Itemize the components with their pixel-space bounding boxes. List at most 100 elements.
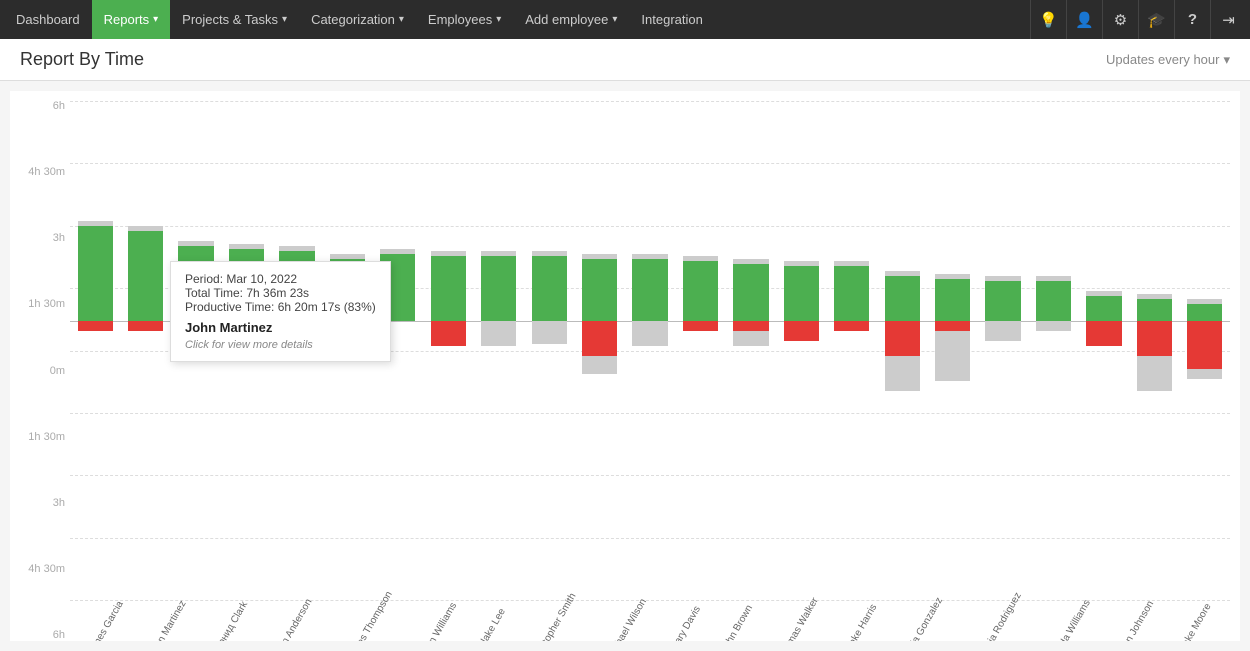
x-axis-label: John Brown bbox=[720, 603, 756, 641]
bar-col[interactable] bbox=[927, 101, 977, 601]
chart-inner: 6h4h 30m3h1h 30m0m1h 30m3h4h 30m6h James… bbox=[70, 101, 1230, 641]
x-label-wrap: Леонид Clark bbox=[195, 601, 256, 641]
x-label-wrap: John Brown bbox=[706, 601, 759, 641]
bar-col[interactable] bbox=[272, 101, 322, 601]
positive-bar-stack bbox=[532, 251, 567, 321]
nav-dashboard-label: Dashboard bbox=[16, 12, 80, 27]
updates-label[interactable]: Updates every hour ▾ bbox=[1106, 52, 1230, 68]
negative-bar-stack bbox=[935, 321, 970, 381]
gray-bottom-segment bbox=[985, 321, 1020, 341]
help-icon-btn[interactable]: ? bbox=[1174, 0, 1210, 39]
negative-bar-stack bbox=[834, 321, 869, 331]
bar-col[interactable] bbox=[120, 101, 170, 601]
green-segment bbox=[834, 266, 869, 321]
negative-bar-stack bbox=[128, 321, 163, 331]
x-label-wrap: Patricia Rodriguez bbox=[953, 601, 1035, 641]
bar-col[interactable] bbox=[827, 101, 877, 601]
bar-col[interactable] bbox=[574, 101, 624, 601]
green-segment bbox=[683, 261, 718, 321]
green-segment bbox=[985, 281, 1020, 321]
x-axis: James GarciaJohn MartinezЛеонид ClarkJoh… bbox=[70, 601, 1230, 641]
x-axis-label: Dan Williams bbox=[421, 601, 460, 641]
bulb-icon-btn[interactable]: 💡 bbox=[1030, 0, 1066, 39]
x-axis-label: Robert Taylor bbox=[1233, 600, 1240, 641]
gray-bottom-segment bbox=[1187, 369, 1222, 379]
updates-chevron-icon: ▾ bbox=[1223, 52, 1230, 68]
bar-col[interactable] bbox=[675, 101, 725, 601]
bar-col[interactable] bbox=[776, 101, 826, 601]
positive-bar-stack bbox=[683, 256, 718, 321]
x-label-wrap: Robert Taylor bbox=[1218, 601, 1240, 641]
green-segment bbox=[178, 246, 213, 321]
green-segment bbox=[128, 231, 163, 321]
gray-bottom-segment bbox=[582, 356, 617, 374]
bar-col[interactable] bbox=[877, 101, 927, 601]
nav-projects-arrow: ▾ bbox=[282, 14, 287, 25]
nav-add-employee-arrow: ▾ bbox=[612, 14, 617, 25]
negative-bar-stack bbox=[1187, 321, 1222, 379]
nav-add-employee-label: Add employee bbox=[525, 12, 608, 27]
gray-bottom-segment bbox=[532, 321, 567, 344]
positive-bar-stack bbox=[279, 246, 314, 321]
bar-col[interactable] bbox=[625, 101, 675, 601]
bar-col[interactable] bbox=[1079, 101, 1129, 601]
y-axis-label: 6h bbox=[15, 101, 65, 112]
green-segment bbox=[733, 264, 768, 322]
x-label-wrap: Charles Thompson bbox=[322, 601, 406, 641]
negative-bar-stack bbox=[733, 321, 768, 346]
help-academy-icon-btn[interactable]: 🎓 bbox=[1138, 0, 1174, 39]
green-segment bbox=[229, 249, 264, 322]
bar-col[interactable] bbox=[1028, 101, 1078, 601]
nav-integration[interactable]: Integration bbox=[629, 0, 714, 39]
positive-bar-stack bbox=[178, 241, 213, 321]
nav-projects-label: Projects & Tasks bbox=[182, 12, 278, 27]
nav-dashboard[interactable]: Dashboard bbox=[4, 0, 92, 39]
bar-col[interactable] bbox=[322, 101, 372, 601]
gray-bottom-segment bbox=[178, 321, 213, 341]
green-segment bbox=[532, 256, 567, 321]
positive-bar-stack bbox=[431, 251, 466, 321]
bar-col[interactable] bbox=[1129, 101, 1179, 601]
nav-reports-label: Reports bbox=[104, 12, 150, 27]
bar-col[interactable] bbox=[423, 101, 473, 601]
bar-col[interactable] bbox=[221, 101, 271, 601]
x-axis-label: Blake Harris bbox=[842, 602, 879, 641]
green-segment bbox=[380, 254, 415, 322]
nav-add-employee[interactable]: Add employee ▾ bbox=[513, 0, 629, 39]
positive-bar-stack bbox=[1086, 291, 1121, 321]
bar-col[interactable] bbox=[726, 101, 776, 601]
logout-icon-btn[interactable]: ⇥ bbox=[1210, 0, 1246, 39]
red-segment bbox=[431, 321, 466, 346]
red-segment bbox=[834, 321, 869, 331]
negative-bar-stack bbox=[683, 321, 718, 331]
green-segment bbox=[784, 266, 819, 321]
nav-categorization[interactable]: Categorization ▾ bbox=[299, 0, 416, 39]
positive-bar-stack bbox=[1036, 276, 1071, 321]
negative-bar-stack bbox=[1036, 321, 1071, 331]
nav-reports[interactable]: Reports ▾ bbox=[92, 0, 171, 39]
bar-col[interactable] bbox=[1180, 101, 1230, 601]
bar-col[interactable] bbox=[474, 101, 524, 601]
negative-bar-stack bbox=[784, 321, 819, 341]
green-segment bbox=[330, 259, 365, 322]
nav-employees[interactable]: Employees ▾ bbox=[416, 0, 513, 39]
nav-projects[interactable]: Projects & Tasks ▾ bbox=[170, 0, 299, 39]
positive-bar-stack bbox=[784, 261, 819, 321]
y-axis-label: 3h bbox=[15, 498, 65, 509]
x-axis-label: Thomas Walker bbox=[777, 596, 821, 641]
negative-bar-stack bbox=[985, 321, 1020, 341]
profile-icon-btn[interactable]: 👤 bbox=[1066, 0, 1102, 39]
green-segment bbox=[1036, 281, 1071, 321]
red-segment bbox=[885, 321, 920, 356]
x-label-wrap: Thomas Walker bbox=[759, 601, 829, 641]
bar-col[interactable] bbox=[70, 101, 120, 601]
green-segment bbox=[935, 279, 970, 322]
x-axis-label: Maria Gonzalez bbox=[901, 596, 946, 641]
bar-col[interactable] bbox=[171, 101, 221, 601]
x-label-wrap: Maria Gonzalez bbox=[883, 601, 953, 641]
settings-icon-btn[interactable]: ⚙ bbox=[1102, 0, 1138, 39]
bar-col[interactable] bbox=[978, 101, 1028, 601]
bar-col[interactable] bbox=[373, 101, 423, 601]
bar-col[interactable] bbox=[524, 101, 574, 601]
x-axis-label: Linda Williams bbox=[1051, 598, 1093, 641]
